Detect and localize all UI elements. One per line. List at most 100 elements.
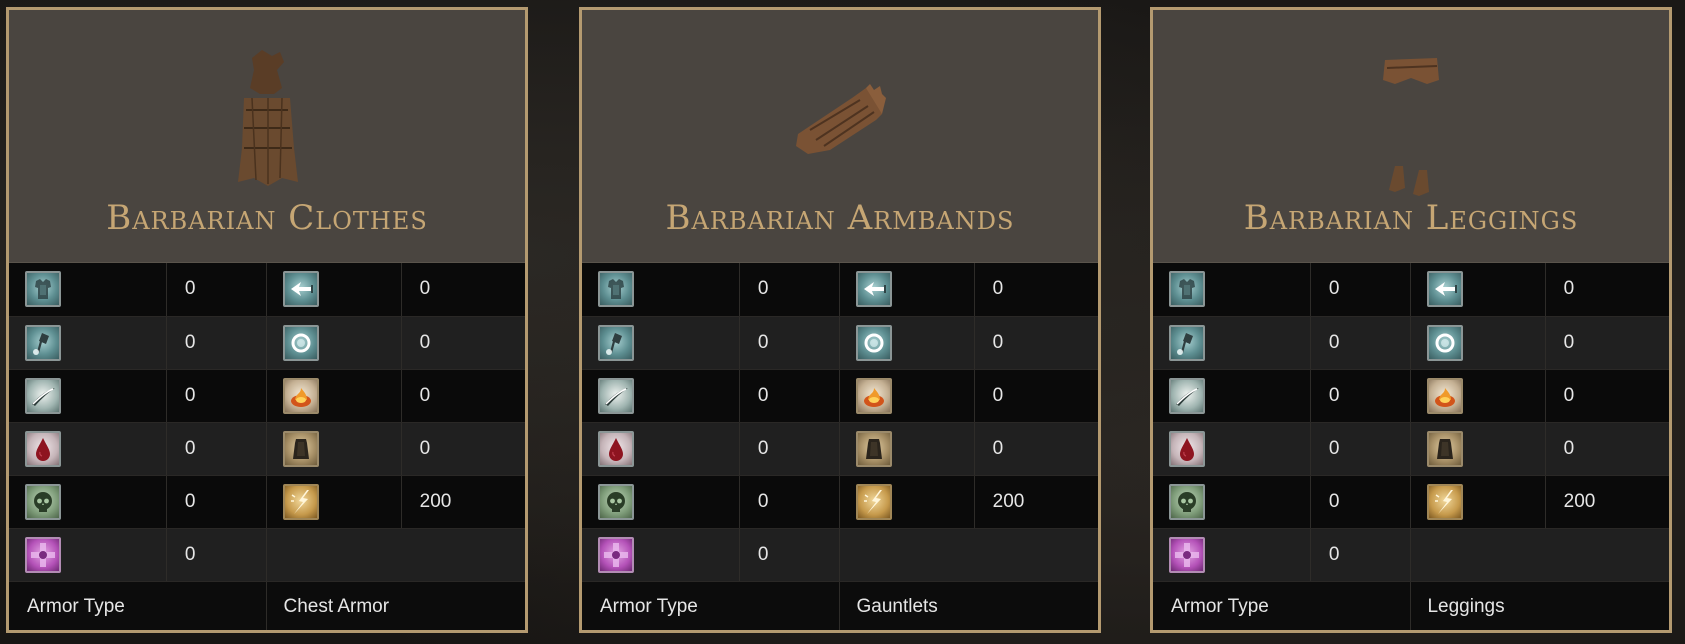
- stats-table: 0 0 0 0 0 0 0 0 0 200 0 Armor Type Gauntlets: [582, 263, 1098, 630]
- stat-icon-cell: [266, 422, 402, 476]
- armor-type-value: Leggings: [1410, 581, 1669, 630]
- armor-type-label: Armor Type: [9, 581, 268, 630]
- stat-value-physical: 0: [166, 263, 268, 317]
- poison-skull-icon: [1169, 483, 1205, 520]
- item-header: Barbarian Armbands: [582, 10, 1098, 263]
- stat-icon-cell: [266, 263, 402, 317]
- stat-icon-cell: [582, 316, 740, 370]
- stat-value-strike: 0: [166, 316, 268, 370]
- stat-value-poison: 0: [739, 475, 841, 529]
- armor-card-barbarian-leggings: Barbarian Leggings 0 0 0 0 0 0 0 0 0 200 0 Armor Typ…: [1150, 7, 1672, 633]
- empty-cell: [839, 528, 1098, 582]
- fire-icon: [1427, 377, 1464, 414]
- barbarian-leggings-image: [1383, 58, 1439, 196]
- stat-icon-cell: [1153, 369, 1311, 423]
- stat-row: 00: [582, 369, 1098, 423]
- stat-value-lightning: 200: [974, 475, 1098, 529]
- arcane-cross-icon: [1169, 536, 1205, 573]
- stat-icon-cell: [582, 422, 740, 476]
- stat-icon-cell: [839, 316, 975, 370]
- stat-row: 00: [9, 369, 525, 423]
- stat-value-physical: 0: [1310, 263, 1412, 317]
- slash-blade-icon: [598, 377, 634, 414]
- stat-icon-cell: [839, 263, 975, 317]
- barbarian-clothes-image: [238, 50, 298, 186]
- stat-value-blood: 0: [166, 422, 268, 476]
- stat-value-blood: 0: [739, 422, 841, 476]
- stat-value-poison: 0: [166, 475, 268, 529]
- stat-icon-cell: [582, 263, 740, 317]
- armor-type-value: Gauntlets: [839, 581, 1098, 630]
- stat-value-arcane: 0: [1310, 528, 1412, 582]
- stat-value-thrust: 0: [974, 263, 1098, 317]
- blood-drop-icon: [1169, 430, 1205, 467]
- stat-icon-cell: [1410, 263, 1546, 317]
- strike-hammer-icon: [1169, 324, 1205, 361]
- stat-value-magic: 0: [401, 316, 525, 370]
- item-title: Barbarian Clothes: [106, 198, 428, 238]
- strike-hammer-icon: [598, 324, 634, 361]
- stat-value-slash: 0: [739, 369, 841, 423]
- stat-row: 0 200: [1153, 475, 1669, 529]
- frost-bell-icon: [283, 430, 320, 467]
- armor-type-row: Armor Type Leggings: [1153, 581, 1669, 630]
- physical-armor-icon: [598, 271, 634, 308]
- stats-table: 0 0 0 0 0 0 0 0 0 200 0 Armor Type Chest Armor: [9, 263, 525, 630]
- armor-type-label: Armor Type: [582, 581, 841, 630]
- stat-value-fire: 0: [1545, 369, 1669, 423]
- stat-value-slash: 0: [166, 369, 268, 423]
- stat-value-frost: 0: [1545, 422, 1669, 476]
- stat-value-magic: 0: [1545, 316, 1669, 370]
- item-header: Barbarian Clothes: [9, 10, 525, 263]
- stat-icon-cell: [839, 475, 975, 529]
- stat-value-lightning: 200: [1545, 475, 1669, 529]
- physical-armor-icon: [25, 271, 61, 308]
- thrust-arrow-icon: [856, 271, 893, 308]
- stat-icon-cell: [582, 369, 740, 423]
- item-title: Barbarian Leggings: [1243, 198, 1579, 238]
- stat-value-fire: 0: [401, 369, 525, 423]
- magic-ring-icon: [856, 324, 893, 361]
- stat-icon-cell: [582, 528, 740, 582]
- magic-ring-icon: [283, 324, 320, 361]
- poison-skull-icon: [598, 483, 634, 520]
- stat-icon-cell: [1153, 316, 1311, 370]
- stat-row: 00: [1153, 369, 1669, 423]
- blood-drop-icon: [25, 430, 61, 467]
- stat-row: 0: [9, 528, 525, 582]
- stat-row: 00: [582, 422, 1098, 476]
- stat-value-thrust: 0: [401, 263, 525, 317]
- strike-hammer-icon: [25, 324, 61, 361]
- stat-row: 0: [582, 528, 1098, 582]
- arcane-cross-icon: [598, 536, 634, 573]
- stat-icon-cell: [1410, 316, 1546, 370]
- stat-icon-cell: [266, 369, 402, 423]
- stat-value-strike: 0: [1310, 316, 1412, 370]
- stat-row: 0 200: [582, 475, 1098, 529]
- stat-row: 0 200: [9, 475, 525, 529]
- stat-icon-cell: [9, 263, 167, 317]
- stat-row: 00: [1153, 263, 1669, 317]
- fire-icon: [283, 377, 320, 414]
- armor-type-label: Armor Type: [1153, 581, 1412, 630]
- armor-type-row: Armor Type Chest Armor: [9, 581, 525, 630]
- stat-row: 00: [9, 263, 525, 317]
- stat-row: 00: [1153, 422, 1669, 476]
- stat-icon-cell: [266, 316, 402, 370]
- stat-value-arcane: 0: [166, 528, 268, 582]
- stat-icon-cell: [266, 475, 402, 529]
- stat-row: 00: [582, 263, 1098, 317]
- lightning-icon: [1427, 483, 1464, 520]
- blood-drop-icon: [598, 430, 634, 467]
- barbarian-armbands-image: [796, 84, 886, 154]
- fire-icon: [856, 377, 893, 414]
- stat-row: 0: [1153, 528, 1669, 582]
- empty-cell: [1410, 528, 1669, 582]
- thrust-arrow-icon: [1427, 271, 1464, 308]
- item-title: Barbarian Armbands: [665, 198, 1015, 238]
- stat-icon-cell: [1410, 422, 1546, 476]
- stat-row: 00: [9, 422, 525, 476]
- stat-value-blood: 0: [1310, 422, 1412, 476]
- magic-ring-icon: [1427, 324, 1464, 361]
- stat-icon-cell: [582, 475, 740, 529]
